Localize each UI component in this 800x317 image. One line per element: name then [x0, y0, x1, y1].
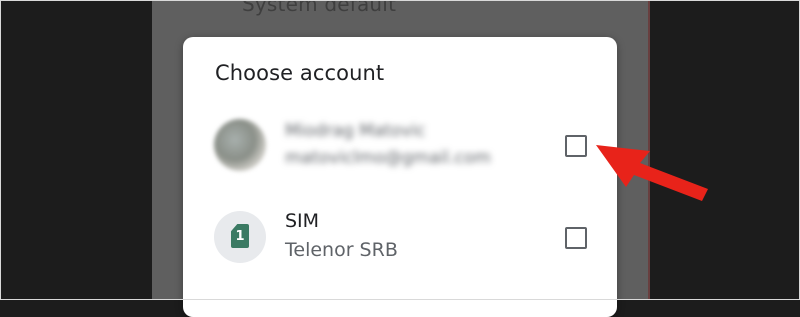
sim-card-icon: 1	[231, 224, 249, 248]
account-sim-checkbox[interactable]	[565, 227, 587, 249]
arrow-shape	[596, 145, 708, 201]
avatar	[214, 119, 266, 171]
sim-title: SIM	[285, 210, 320, 232]
dialog-title: Choose account	[215, 61, 385, 85]
account-row-sim[interactable]: 1 SIM Telenor SRB	[183, 199, 617, 275]
red-arrow-icon	[596, 145, 708, 201]
sim-carrier: Telenor SRB	[285, 239, 398, 261]
account-google-checkbox[interactable]	[565, 135, 587, 157]
background-setting-value: System default	[242, 0, 397, 16]
account-email: matoviclmo@gmail.com	[285, 148, 491, 168]
choose-account-dialog: Choose account Miodrag Matovic matoviclm…	[183, 37, 617, 317]
sim-icon-circle: 1	[214, 211, 266, 263]
account-row-google[interactable]: Miodrag Matovic matoviclmo@gmail.com	[183, 107, 617, 183]
account-name: Miodrag Matovic	[285, 121, 426, 141]
